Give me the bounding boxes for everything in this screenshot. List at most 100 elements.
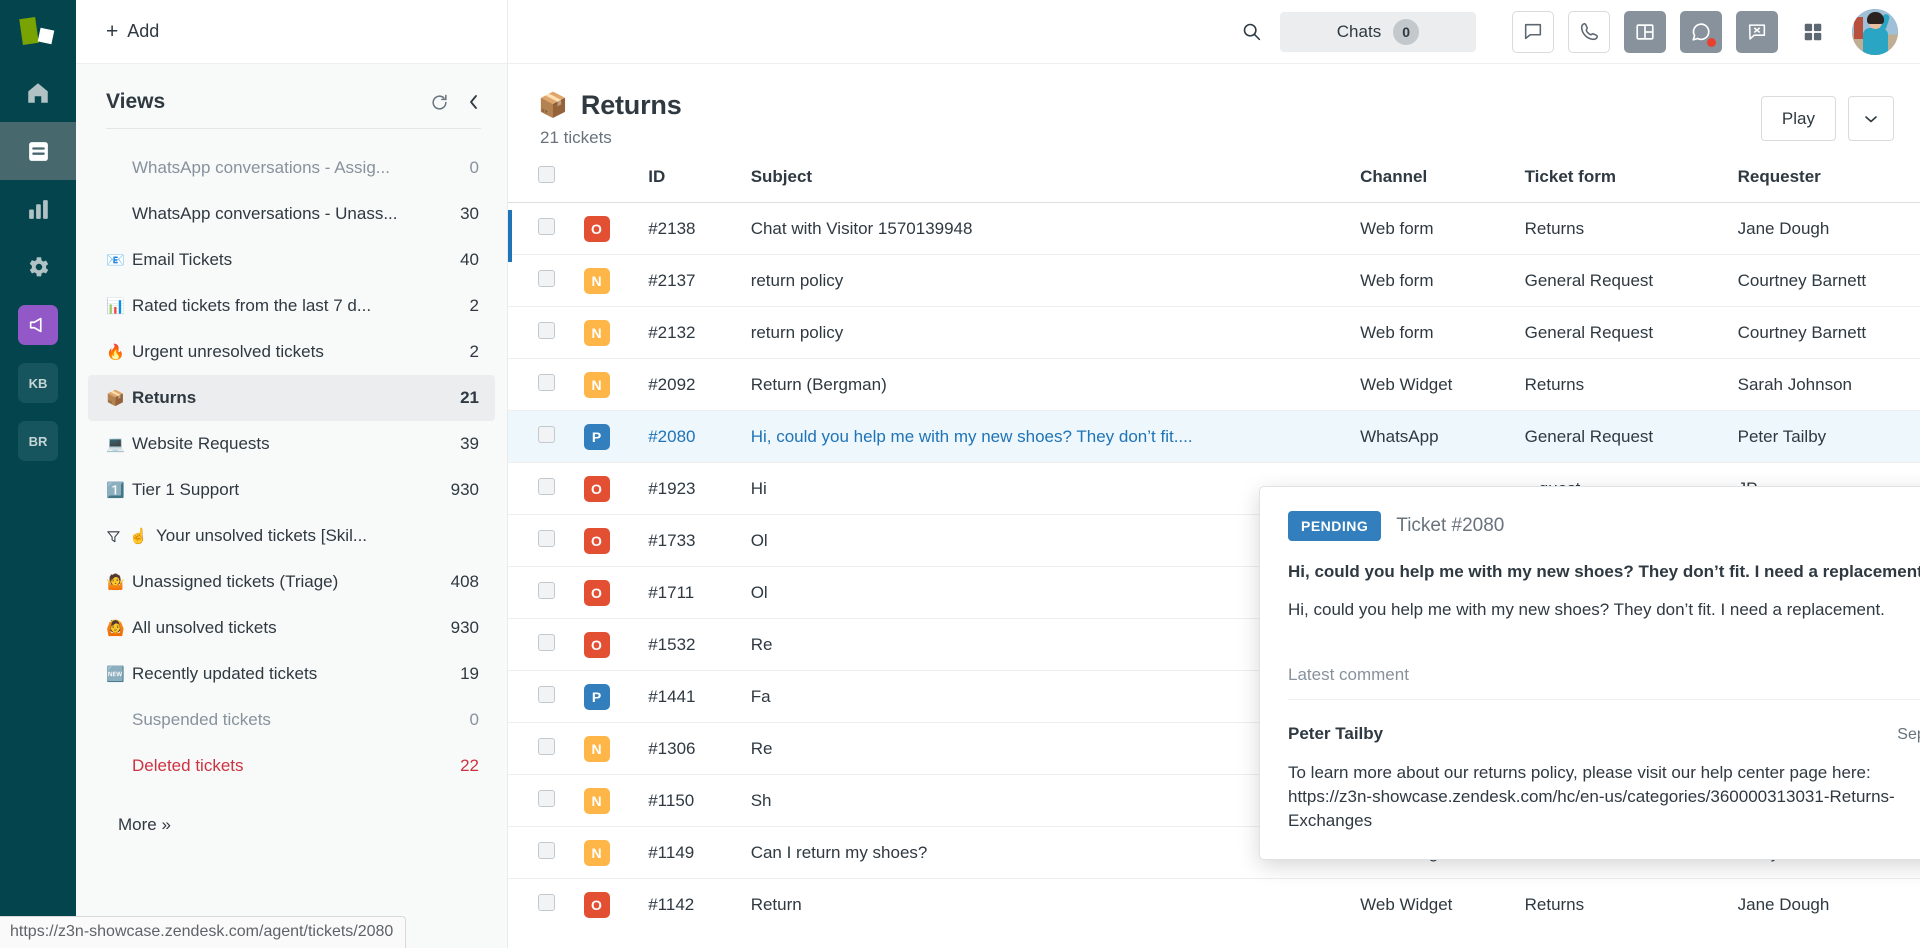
table-row[interactable]: N #2092 Return (Bergman) Web Widget Retu… <box>508 359 1920 411</box>
package-emoji-icon: 📦 <box>106 391 132 406</box>
row-checkbox[interactable] <box>538 530 555 547</box>
column-header-id[interactable]: ID <box>648 166 750 203</box>
table-row[interactable]: P #2080 Hi, could you help me with my ne… <box>508 411 1920 463</box>
status-badge: O <box>584 476 610 502</box>
table-row[interactable]: N #2137 return policy Web form General R… <box>508 255 1920 307</box>
apps-grid-icon[interactable] <box>1792 11 1834 53</box>
ticket-list-header: 📦 Returns 21 tickets <box>508 64 1920 148</box>
notification-dot <box>1707 38 1716 47</box>
select-all-checkbox[interactable] <box>538 166 555 183</box>
row-status-cell: O <box>584 567 649 619</box>
status-badge: O <box>584 892 610 918</box>
left-nav-rail: KB BR <box>0 0 76 948</box>
sidebar-item-email-tickets[interactable]: 📧 Email Tickets 40 <box>88 237 495 283</box>
page-title-text: Returns <box>581 90 682 121</box>
add-button[interactable]: + Add <box>106 21 159 42</box>
row-select-cell <box>508 827 584 879</box>
row-status-cell: O <box>584 619 649 671</box>
search-icon[interactable] <box>1223 21 1280 42</box>
column-header-subject[interactable]: Subject <box>751 166 1360 203</box>
browser-status-bar: https://z3n-showcase.zendesk.com/agent/t… <box>0 916 406 948</box>
status-badge: O <box>584 528 610 554</box>
row-checkbox[interactable] <box>538 322 555 339</box>
x-chat-icon[interactable] <box>1736 11 1778 53</box>
whatsapp-icon[interactable] <box>1680 11 1722 53</box>
sidebar-item-rated-tickets[interactable]: 📊 Rated tickets from the last 7 d... 2 <box>88 283 495 329</box>
sidebar-item-returns[interactable]: 📦 Returns 21 <box>88 375 495 421</box>
play-button[interactable]: Play <box>1761 96 1836 141</box>
column-header-channel[interactable]: Channel <box>1360 166 1524 203</box>
table-row[interactable]: N #2132 return policy Web form General R… <box>508 307 1920 359</box>
row-id: #1149 <box>648 827 750 879</box>
laptop-emoji-icon: 💻 <box>106 437 132 452</box>
views-header: Views <box>76 64 507 114</box>
sidebar-item-website-requests[interactable]: 💻 Website Requests 39 <box>88 421 495 467</box>
rail-item-views[interactable] <box>0 122 76 180</box>
row-subject: Return <box>751 879 1360 931</box>
sidebar-item-count: 0 <box>449 158 479 178</box>
status-badge: O <box>584 632 610 658</box>
row-select-cell <box>508 515 584 567</box>
row-checkbox[interactable] <box>538 790 555 807</box>
sidebar-item-count: 930 <box>449 618 479 638</box>
sidebar-item-unassigned-triage[interactable]: 🤷 Unassigned tickets (Triage) 408 <box>88 559 495 605</box>
table-row[interactable]: O #1142 Return Web Widget Returns Jane D… <box>508 879 1920 931</box>
row-checkbox[interactable] <box>538 738 555 755</box>
sidebar-item-label: Returns <box>132 388 449 408</box>
row-checkbox[interactable] <box>538 478 555 495</box>
row-status-cell: P <box>584 671 649 723</box>
phone-icon[interactable] <box>1568 11 1610 53</box>
row-checkbox[interactable] <box>538 218 555 235</box>
row-select-cell <box>508 619 584 671</box>
row-checkbox[interactable] <box>538 686 555 703</box>
user-avatar[interactable] <box>1852 9 1898 55</box>
row-checkbox[interactable] <box>538 894 555 911</box>
sidebar-item-tier-1-support[interactable]: 1️⃣ Tier 1 Support 930 <box>88 467 495 513</box>
column-header-requester[interactable]: Requester <box>1738 166 1920 203</box>
sidebar-item-label: Urgent unresolved tickets <box>132 342 449 362</box>
row-channel: Web form <box>1360 307 1524 359</box>
sidebar-item-all-unsolved-tickets[interactable]: 🙆 All unsolved tickets 930 <box>88 605 495 651</box>
row-checkbox[interactable] <box>538 374 555 391</box>
sidebar-item-suspended-tickets[interactable]: Suspended tickets 0 <box>88 697 495 743</box>
row-checkbox[interactable] <box>538 270 555 287</box>
sidebar-item-deleted-tickets[interactable]: Deleted tickets 22 <box>88 743 495 789</box>
popover-subject: Hi, could you help me with my new shoes?… <box>1288 561 1920 584</box>
row-checkbox[interactable] <box>538 842 555 859</box>
play-options-button[interactable] <box>1848 96 1894 141</box>
row-select-cell <box>508 359 584 411</box>
zendesk-logo[interactable] <box>0 0 76 64</box>
chats-button[interactable]: Chats 0 <box>1280 12 1476 52</box>
sidebar-item-label: Email Tickets <box>132 250 449 270</box>
dashboard-layout-icon[interactable] <box>1624 11 1666 53</box>
refresh-icon[interactable] <box>430 93 449 112</box>
rail-item-knowledge-base[interactable]: KB <box>0 354 76 412</box>
more-link[interactable]: More » <box>118 815 171 834</box>
rail-item-reporting[interactable] <box>0 180 76 238</box>
sidebar-item-recently-updated[interactable]: 🆕 Recently updated tickets 19 <box>88 651 495 697</box>
row-ticket-form: General Request <box>1525 255 1738 307</box>
sidebar-item-urgent-unresolved[interactable]: 🔥 Urgent unresolved tickets 2 <box>88 329 495 375</box>
table-row[interactable]: O #2138 Chat with Visitor 1570139948 Web… <box>508 203 1920 255</box>
column-header-ticket-form[interactable]: Ticket form <box>1525 166 1738 203</box>
row-id: #1711 <box>648 567 750 619</box>
rail-item-brand[interactable]: BR <box>0 412 76 470</box>
ticket-preview-popover: PENDING Ticket #2080 Hi, could you help … <box>1259 486 1920 860</box>
rail-item-admin[interactable] <box>0 238 76 296</box>
chevron-left-icon[interactable] <box>467 93 481 111</box>
ticket-count-label: 21 tickets <box>540 128 1890 148</box>
sidebar-item-your-unsolved-tickets[interactable]: ☝️ Your unsolved tickets [Skil... <box>88 513 495 559</box>
row-channel: Web form <box>1360 255 1524 307</box>
row-checkbox[interactable] <box>538 426 555 443</box>
new-emoji-icon: 🆕 <box>106 667 132 682</box>
rail-item-announcements[interactable] <box>0 296 76 354</box>
chat-bubble-icon[interactable] <box>1512 11 1554 53</box>
sidebar-item-whatsapp-assigned[interactable]: WhatsApp conversations - Assig... 0 <box>88 145 495 191</box>
sidebar-item-whatsapp-unassigned[interactable]: WhatsApp conversations - Unass... 30 <box>88 191 495 237</box>
row-select-cell <box>508 307 584 359</box>
rail-item-home[interactable] <box>0 64 76 122</box>
select-all-header <box>508 166 584 203</box>
row-checkbox[interactable] <box>538 634 555 651</box>
point-up-emoji-icon: ☝️ <box>129 529 148 544</box>
row-checkbox[interactable] <box>538 582 555 599</box>
